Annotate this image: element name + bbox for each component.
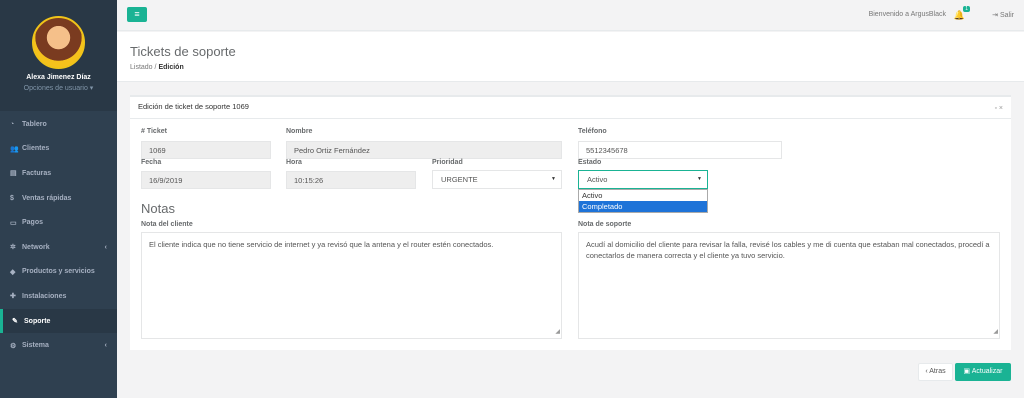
logout-link[interactable]: ⇥ Salir — [992, 11, 1014, 19]
client-note-label: Nota del cliente — [141, 221, 193, 228]
tachometer-icon: ◔ — [10, 120, 15, 128]
money-icon: ▭ — [10, 219, 17, 227]
sidebar-item-label: Sistema — [22, 342, 49, 350]
status-label: Estado — [578, 159, 602, 166]
caret-down-icon: ▼ — [551, 176, 556, 182]
status-option-activo[interactable]: Activo — [579, 190, 707, 201]
date-field: 16/9/2019 — [141, 171, 271, 189]
status-option-completado[interactable]: Completado — [579, 201, 707, 212]
name-field: Pedro Ortiz Fernández — [286, 141, 562, 159]
priority-select[interactable]: URGENTE ▼ — [432, 170, 562, 189]
user-options-dropdown[interactable]: Opciones de usuario ▾ — [0, 84, 117, 92]
name-label: Nombre — [286, 128, 313, 135]
menu-toggle-button[interactable]: ≡ — [127, 7, 147, 22]
support-note-text: Acudí al domicilio del cliente para revi… — [586, 240, 990, 260]
file-icon: ▤ — [10, 170, 17, 178]
status-select[interactable]: Activo ▼ — [578, 170, 708, 189]
client-note-text: El cliente indica que no tiene servicio … — [149, 240, 494, 249]
back-button[interactable]: ‹ Atras — [918, 363, 953, 381]
panel-title: Edición de ticket de soporte 1069 — [130, 97, 1011, 119]
topbar: ≡ Bienvenido a ArgusBlack 🔔 1 ⇥ Salir — [117, 0, 1024, 31]
sidebar-nav: ◔ Tablero 👥 Clientes ▤ Facturas $ Ventas rápida… — [0, 112, 117, 358]
avatar[interactable] — [32, 16, 85, 69]
sidebar: Alexa Jimenez Díaz Opciones de usuario ▾… — [0, 0, 117, 398]
support-note-textarea[interactable]: Acudí al domicilio del cliente para revi… — [578, 232, 1000, 339]
wrench-icon: ✎ — [12, 318, 18, 326]
status-value: Activo — [587, 175, 608, 184]
welcome-text: Bienvenido a ArgusBlack — [868, 11, 946, 18]
resize-grip-icon[interactable]: ◢ — [993, 327, 998, 338]
sidebar-item-label: Network — [22, 243, 50, 251]
sidebar-item-sistema[interactable]: ⚙ Sistema ‹ — [0, 333, 117, 358]
dollar-icon: $ — [10, 194, 14, 202]
page-title: Tickets de soporte — [130, 44, 236, 59]
notification-badge: 1 — [963, 6, 970, 12]
sidebar-item-tablero[interactable]: ◔ Tablero — [0, 112, 117, 137]
date-label: Fecha — [141, 159, 162, 166]
caret-down-icon: ▼ — [697, 176, 702, 182]
wrench-icon: ✚ — [10, 293, 16, 301]
profile-area: Alexa Jimenez Díaz Opciones de usuario ▾ — [0, 0, 117, 111]
ticket-field: 1069 — [141, 141, 271, 159]
sidebar-item-label: Ventas rápidas — [22, 194, 72, 202]
resize-grip-icon[interactable]: ◢ — [555, 327, 560, 338]
sidebar-item-label: Instalaciones — [22, 292, 67, 300]
sidebar-item-instalaciones[interactable]: ✚ Instalaciones — [0, 284, 117, 309]
support-note-label: Nota de soporte — [578, 221, 632, 228]
sidebar-item-label: Soporte — [24, 317, 51, 325]
chevron-left-icon: ‹ — [104, 243, 107, 251]
sidebar-item-facturas[interactable]: ▤ Facturas — [0, 161, 117, 186]
client-note-textarea[interactable]: El cliente indica que no tiene servicio … — [141, 232, 562, 339]
breadcrumb-list-link[interactable]: Listado — [130, 64, 153, 71]
notes-heading: Notas — [141, 201, 175, 216]
sidebar-item-network[interactable]: ✲ Network ‹ — [0, 235, 117, 260]
phone-field[interactable]: 5512345678 — [578, 141, 782, 159]
chevron-left-icon: ‹ — [104, 342, 107, 350]
priority-label: Prioridad — [432, 159, 463, 166]
cogs-icon: ⚙ — [10, 342, 17, 350]
network-icon: ✲ — [10, 244, 16, 252]
breadcrumb-separator: / — [154, 64, 157, 71]
sidebar-item-clientes[interactable]: 👥 Clientes — [0, 137, 117, 162]
sidebar-item-productos-y-servicios[interactable]: ◆ Productos y servicios — [0, 260, 117, 285]
panel-tools[interactable]: ▫ × — [994, 105, 1003, 112]
tags-icon: ◆ — [10, 268, 16, 276]
sidebar-item-label: Pagos — [22, 219, 44, 227]
sidebar-item-label: Clientes — [22, 145, 50, 153]
page-header: Tickets de soporte Listado / Edición — [117, 32, 1024, 82]
phone-label: Teléfono — [578, 128, 607, 135]
time-field: 10:15:26 — [286, 171, 416, 189]
user-name: Alexa Jimenez Díaz — [26, 74, 91, 81]
sidebar-item-pagos[interactable]: ▭ Pagos — [0, 210, 117, 235]
sidebar-item-label: Facturas — [22, 169, 52, 177]
time-label: Hora — [286, 159, 302, 166]
sidebar-item-label: Productos y servicios — [22, 268, 95, 276]
update-button[interactable]: ▣ Actualizar — [955, 363, 1011, 381]
priority-value: URGENTE — [441, 175, 478, 184]
sidebar-item-ventas-r-pidas[interactable]: $ Ventas rápidas — [0, 186, 117, 211]
ticket-label: # Ticket — [141, 128, 167, 135]
sidebar-item-label: Tablero — [22, 120, 47, 128]
users-icon: 👥 — [10, 145, 19, 153]
breadcrumb-current: Edición — [158, 64, 184, 71]
breadcrumb: Listado / Edición — [130, 64, 184, 71]
status-dropdown: Activo Completado — [578, 189, 708, 213]
sidebar-item-soporte[interactable]: ✎ Soporte — [0, 308, 117, 334]
